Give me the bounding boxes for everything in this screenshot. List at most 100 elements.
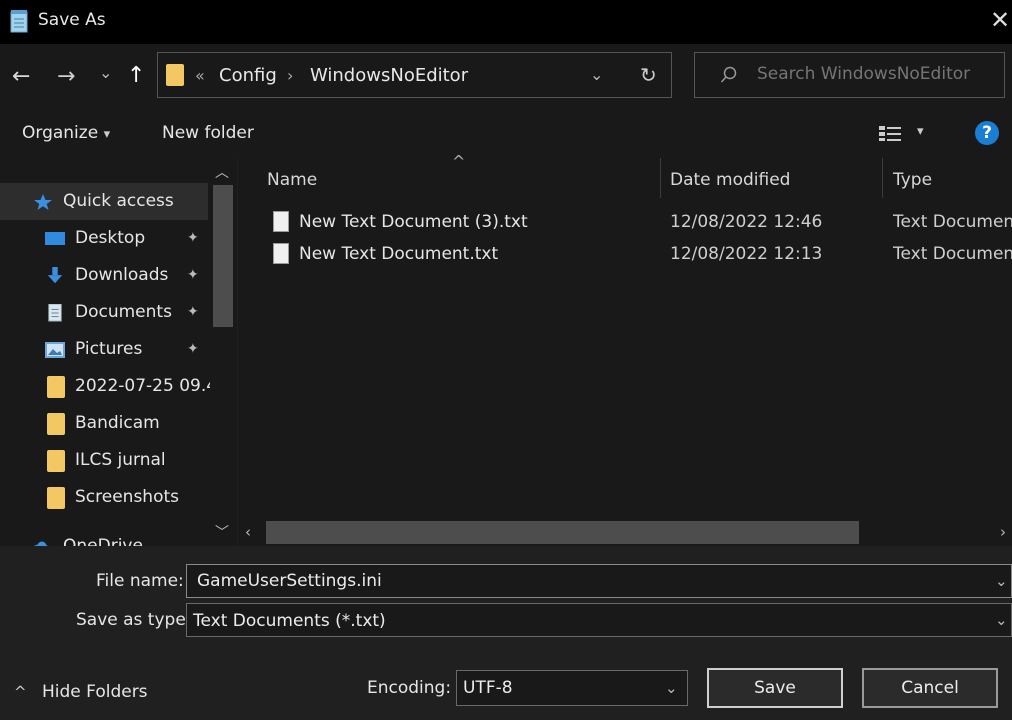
download-icon (47, 267, 63, 284)
view-options-icon[interactable] (878, 124, 904, 142)
folder-icon (47, 376, 65, 398)
new-folder-button[interactable]: New folder (162, 123, 254, 143)
text-file-icon (273, 211, 289, 232)
back-arrow-icon[interactable]: ← (12, 66, 30, 88)
breadcrumb-separator: › (287, 66, 294, 85)
scroll-down-icon[interactable]: ﹀ (215, 522, 229, 542)
pictures-icon (45, 342, 65, 358)
save-as-type-select[interactable]: Text Documents (*.txt) ⌄ (186, 603, 1012, 637)
pin-icon: ✦ (187, 304, 199, 320)
window-title: Save As (38, 10, 106, 30)
search-icon (720, 66, 737, 83)
refresh-icon[interactable]: ↻ (640, 63, 657, 87)
notepad-icon (10, 10, 28, 33)
desktop-icon (45, 232, 65, 245)
sidebar-item-label: Downloads (75, 265, 169, 285)
file-name-dropdown-icon[interactable]: ⌄ (995, 572, 1008, 590)
breadcrumb-windowsnoeditor[interactable]: WindowsNoEditor (310, 65, 468, 86)
sidebar-item-documents[interactable]: Documents ✦ (0, 294, 208, 331)
organize-button[interactable]: Organize ▾ (22, 123, 110, 143)
documents-icon (48, 304, 62, 322)
recent-locations-icon[interactable]: ⌄ (99, 62, 112, 84)
address-bar[interactable]: « Config › WindowsNoEditor ⌄ ↻ (157, 52, 672, 98)
sidebar-item-ilcs-jurnal[interactable]: ILCS jurnal (0, 442, 208, 479)
file-type: Text Document (893, 244, 1012, 264)
sidebar-item-pictures[interactable]: Pictures ✦ (0, 331, 208, 368)
scroll-right-icon[interactable]: › (1000, 523, 1006, 541)
address-dropdown-icon[interactable]: ⌄ (590, 65, 603, 84)
file-name-label: File name: (96, 571, 184, 591)
chevron-up-icon: ^ (14, 683, 27, 701)
pin-icon: ✦ (187, 267, 199, 283)
save-button[interactable]: Save (707, 668, 843, 708)
sidebar-item-label: Desktop (75, 228, 146, 248)
sidebar-item-label: ILCS jurnal (75, 450, 166, 470)
encoding-select[interactable]: UTF-8 ⌄ (456, 670, 688, 706)
folder-icon (47, 487, 65, 509)
text-file-icon (273, 243, 289, 264)
breadcrumb-config[interactable]: Config (219, 65, 277, 86)
star-icon (34, 194, 52, 210)
sort-ascending-icon: ^ (452, 152, 466, 171)
cloud-icon (33, 541, 49, 546)
folder-icon (47, 450, 65, 472)
sidebar-item-screenshots[interactable]: Screenshots (0, 479, 208, 516)
file-name-input[interactable] (195, 570, 979, 592)
save-as-type-dropdown-icon[interactable]: ⌄ (995, 611, 1008, 629)
sidebar-item-label: Screenshots (75, 487, 180, 507)
file-name: New Text Document.txt (299, 244, 499, 264)
organize-caret-icon: ▾ (103, 127, 111, 142)
sidebar-item-quick-access[interactable]: Quick access (0, 183, 208, 220)
hide-folders-button[interactable]: ^ Hide Folders (14, 682, 148, 702)
column-divider[interactable] (882, 158, 883, 198)
sidebar-item-folder-2022-07-25[interactable]: 2022-07-25 09.41 (0, 368, 228, 405)
save-as-type-value: Text Documents (*.txt) (193, 611, 386, 631)
column-header-name[interactable]: Name (267, 170, 317, 190)
sidebar-item-label: Bandicam (75, 413, 160, 433)
search-input[interactable] (755, 63, 999, 85)
horizontal-scroll-thumb[interactable] (266, 521, 859, 544)
sidebar-item-desktop[interactable]: Desktop ✦ (0, 220, 208, 257)
sidebar-item-label: Pictures (75, 339, 143, 359)
pin-icon: ✦ (187, 230, 199, 246)
breadcrumb-overflow[interactable]: « (195, 66, 205, 85)
encoding-value: UTF-8 (463, 678, 513, 698)
hide-folders-label: Hide Folders (41, 682, 148, 702)
title-bar: Save As ✕ (0, 0, 1012, 44)
sidebar-item-downloads[interactable]: Downloads ✦ (0, 257, 208, 294)
file-name: New Text Document (3).txt (299, 212, 528, 232)
encoding-dropdown-icon[interactable]: ⌄ (665, 679, 678, 697)
sidebar-item-label: Quick access (63, 191, 174, 211)
view-caret-icon[interactable]: ▾ (917, 124, 924, 139)
encoding-label: Encoding: (367, 678, 452, 698)
cancel-button[interactable]: Cancel (862, 668, 998, 708)
pin-icon: ✦ (187, 341, 199, 357)
folder-icon (47, 413, 65, 435)
sidebar-item-label: 2022-07-25 09.41 (75, 376, 228, 396)
file-row[interactable]: New Text Document.txt 12/08/2022 12:13 T… (265, 239, 1012, 271)
help-icon[interactable]: ? (975, 121, 999, 145)
close-icon[interactable]: ✕ (988, 8, 1012, 32)
up-arrow-icon[interactable]: ↑ (127, 65, 145, 87)
column-header-type[interactable]: Type (893, 170, 932, 190)
file-date: 12/08/2022 12:46 (670, 212, 823, 232)
save-as-type-label: Save as type: (76, 610, 192, 630)
scroll-left-icon[interactable]: ‹ (245, 523, 251, 541)
folder-icon (166, 64, 184, 86)
column-divider[interactable] (660, 158, 661, 198)
sidebar-item-bandicam[interactable]: Bandicam (0, 405, 208, 442)
sidebar-item-label: Documents (75, 302, 172, 322)
column-header-date-modified[interactable]: Date modified (670, 170, 790, 190)
scroll-up-icon[interactable]: ︿ (215, 162, 229, 182)
sidebar-item-label: OneDrive (63, 536, 143, 546)
file-date: 12/08/2022 12:13 (670, 244, 823, 264)
search-box[interactable] (694, 52, 1005, 98)
navigation-pane: Quick access Desktop ✦ Downloads ✦ Docum… (0, 158, 237, 546)
file-row[interactable]: New Text Document (3).txt 12/08/2022 12:… (265, 207, 1012, 239)
organize-label: Organize (22, 123, 99, 143)
sidebar-item-onedrive[interactable]: OneDrive (0, 528, 208, 546)
forward-arrow-icon[interactable]: → (57, 66, 75, 88)
command-toolbar (0, 106, 1012, 158)
file-name-field[interactable]: ⌄ (186, 564, 1012, 598)
sidebar-scroll-thumb[interactable] (213, 185, 233, 327)
